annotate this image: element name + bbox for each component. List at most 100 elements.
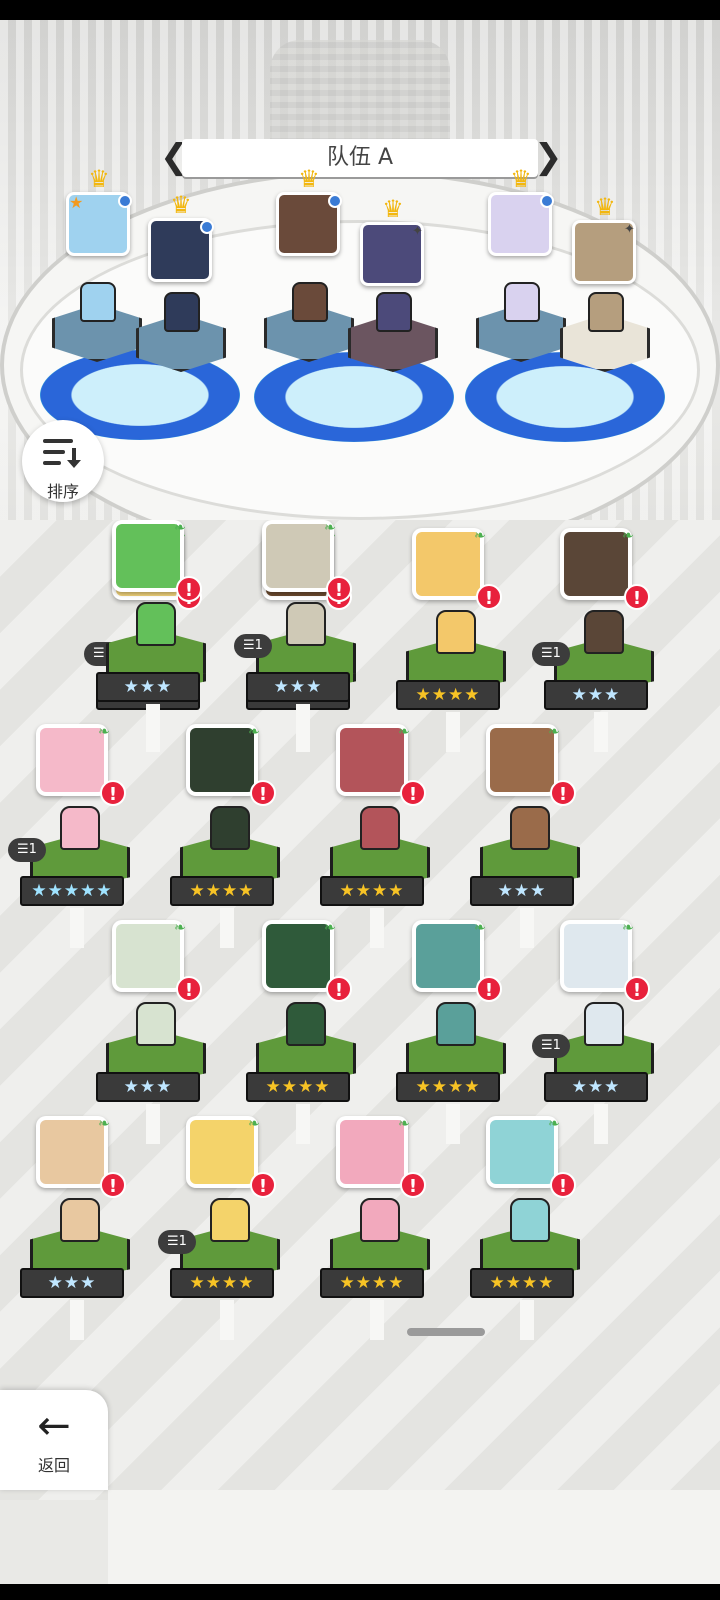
hero-face bbox=[564, 532, 628, 596]
hero-card[interactable]: ❧! ★★★ bbox=[96, 920, 226, 1144]
alert-icon: ! bbox=[476, 584, 502, 610]
duplicate-count-badge: ☰1 bbox=[8, 838, 46, 862]
leaf-icon: ❧ bbox=[474, 920, 486, 936]
formation-hero-sprite[interactable] bbox=[292, 282, 328, 322]
sparkle-badge-icon: ✦ bbox=[624, 222, 635, 237]
star-rating: ★★★★ bbox=[396, 680, 500, 710]
back-button[interactable]: ← 返回 bbox=[0, 1390, 108, 1490]
alert-icon: ! bbox=[400, 780, 426, 806]
alert-icon: ! bbox=[624, 976, 650, 1002]
hero-card[interactable]: ❧! ★★★ ☰1 bbox=[532, 528, 674, 752]
pedestal-middle bbox=[254, 352, 454, 442]
alert-icon: ! bbox=[550, 1172, 576, 1198]
hero-card[interactable]: ❧! ★★★★ bbox=[396, 528, 526, 752]
hero-card[interactable]: ❧! ★★★ ☰1 bbox=[234, 520, 376, 744]
hero-card[interactable]: ❧! ★★★★ bbox=[320, 724, 450, 948]
hero-card[interactable]: ❧! ★★★ ☰1 bbox=[532, 920, 674, 1144]
duplicate-count-badge: ☰1 bbox=[158, 1230, 196, 1254]
leaf-icon: ❧ bbox=[548, 724, 560, 740]
leaf-icon: ❧ bbox=[548, 1116, 560, 1132]
hero-card[interactable]: ❧! ★★★ bbox=[96, 520, 226, 744]
hero-card[interactable]: ❧! ★★★★ bbox=[320, 1116, 450, 1340]
leaf-icon: ❧ bbox=[474, 528, 486, 544]
hero-face bbox=[40, 728, 104, 792]
hero-sprite bbox=[136, 1002, 176, 1046]
platform-stem bbox=[146, 704, 160, 744]
alert-icon: ! bbox=[400, 1172, 426, 1198]
platform-stem bbox=[70, 908, 84, 948]
leaf-icon: ❧ bbox=[398, 1116, 410, 1132]
star-rating: ★★★★ bbox=[246, 1072, 350, 1102]
hero-face bbox=[490, 1120, 554, 1184]
hero-face bbox=[340, 728, 404, 792]
formation-hero-sprite[interactable] bbox=[376, 292, 412, 332]
element-badge-icon bbox=[328, 194, 342, 208]
hero-sprite bbox=[60, 806, 100, 850]
leaf-icon: ❧ bbox=[398, 724, 410, 740]
hero-card[interactable]: ❧! ★★★★ bbox=[170, 724, 300, 948]
star-rating: ★★★ bbox=[544, 680, 648, 710]
system-nav-bar bbox=[0, 1584, 720, 1600]
hero-face bbox=[416, 532, 480, 596]
hero-sprite bbox=[510, 1198, 550, 1242]
hero-sprite bbox=[286, 602, 326, 646]
back-arrow-icon: ← bbox=[37, 1403, 71, 1449]
sort-button[interactable]: 排序 bbox=[22, 420, 104, 502]
hero-sprite bbox=[210, 806, 250, 850]
hero-face bbox=[40, 1120, 104, 1184]
hero-sprite bbox=[436, 610, 476, 654]
hero-sprite bbox=[360, 806, 400, 850]
formation-hero-sprite[interactable] bbox=[588, 292, 624, 332]
alert-icon: ! bbox=[100, 780, 126, 806]
star-rating: ★★★★ bbox=[320, 876, 424, 906]
hero-sprite bbox=[436, 1002, 476, 1046]
hero-face bbox=[416, 924, 480, 988]
alert-icon: ! bbox=[250, 780, 276, 806]
alert-icon: ! bbox=[476, 976, 502, 1002]
alert-icon: ! bbox=[176, 976, 202, 1002]
leaf-icon: ❧ bbox=[98, 724, 110, 740]
hero-face bbox=[266, 524, 330, 588]
formation-hero-sprite[interactable] bbox=[504, 282, 540, 322]
hero-sprite bbox=[360, 1198, 400, 1242]
hero-card[interactable]: ❧! ★★★★ bbox=[246, 920, 376, 1144]
leaf-icon: ❧ bbox=[248, 724, 260, 740]
hero-sprite bbox=[286, 1002, 326, 1046]
alert-icon: ! bbox=[624, 584, 650, 610]
pedestal-right bbox=[465, 352, 665, 442]
star-rating: ★★★ bbox=[470, 876, 574, 906]
sparkle-badge-icon: ✦ bbox=[412, 224, 423, 239]
star-rating: ★★★ bbox=[544, 1072, 648, 1102]
hero-card[interactable]: ❧! ★★★★★ ☰1 bbox=[8, 724, 150, 948]
hero-sprite bbox=[210, 1198, 250, 1242]
hero-card[interactable]: ❧! ★★★★ bbox=[396, 920, 526, 1144]
star-rating: ★★★★ bbox=[470, 1268, 574, 1298]
scroll-indicator[interactable] bbox=[407, 1328, 485, 1336]
hero-face bbox=[116, 524, 180, 588]
hero-sprite bbox=[60, 1198, 100, 1242]
hero-face bbox=[116, 924, 180, 988]
hero-card[interactable]: ❧! ★★★ bbox=[470, 724, 600, 948]
hero-sprite bbox=[584, 1002, 624, 1046]
leaf-icon: ❧ bbox=[98, 1116, 110, 1132]
leaf-icon: ❧ bbox=[174, 920, 186, 936]
leaf-icon: ❧ bbox=[248, 1116, 260, 1132]
star-rating: ★★★★ bbox=[396, 1072, 500, 1102]
alert-icon: ! bbox=[550, 780, 576, 806]
hero-face bbox=[266, 924, 330, 988]
element-badge-icon bbox=[118, 194, 132, 208]
formation-hero-sprite[interactable] bbox=[80, 282, 116, 322]
hero-card[interactable]: ❧! ★★★★ ☰1 bbox=[158, 1116, 300, 1340]
hero-face bbox=[340, 1120, 404, 1184]
hero-card[interactable]: ❧! ★★★★ bbox=[470, 1116, 600, 1340]
crown-icon: ♛ bbox=[594, 193, 616, 221]
crown-icon: ♛ bbox=[170, 191, 192, 219]
formation-hero-sprite[interactable] bbox=[164, 292, 200, 332]
platform-stem bbox=[296, 704, 310, 744]
crown-icon: ♛ bbox=[88, 165, 110, 193]
hero-card[interactable]: ❧! ★★★ bbox=[20, 1116, 150, 1340]
hero-face bbox=[490, 728, 554, 792]
sort-label: 排序 bbox=[46, 482, 79, 501]
duplicate-count-badge: ☰1 bbox=[532, 642, 570, 666]
hero-face bbox=[564, 924, 628, 988]
